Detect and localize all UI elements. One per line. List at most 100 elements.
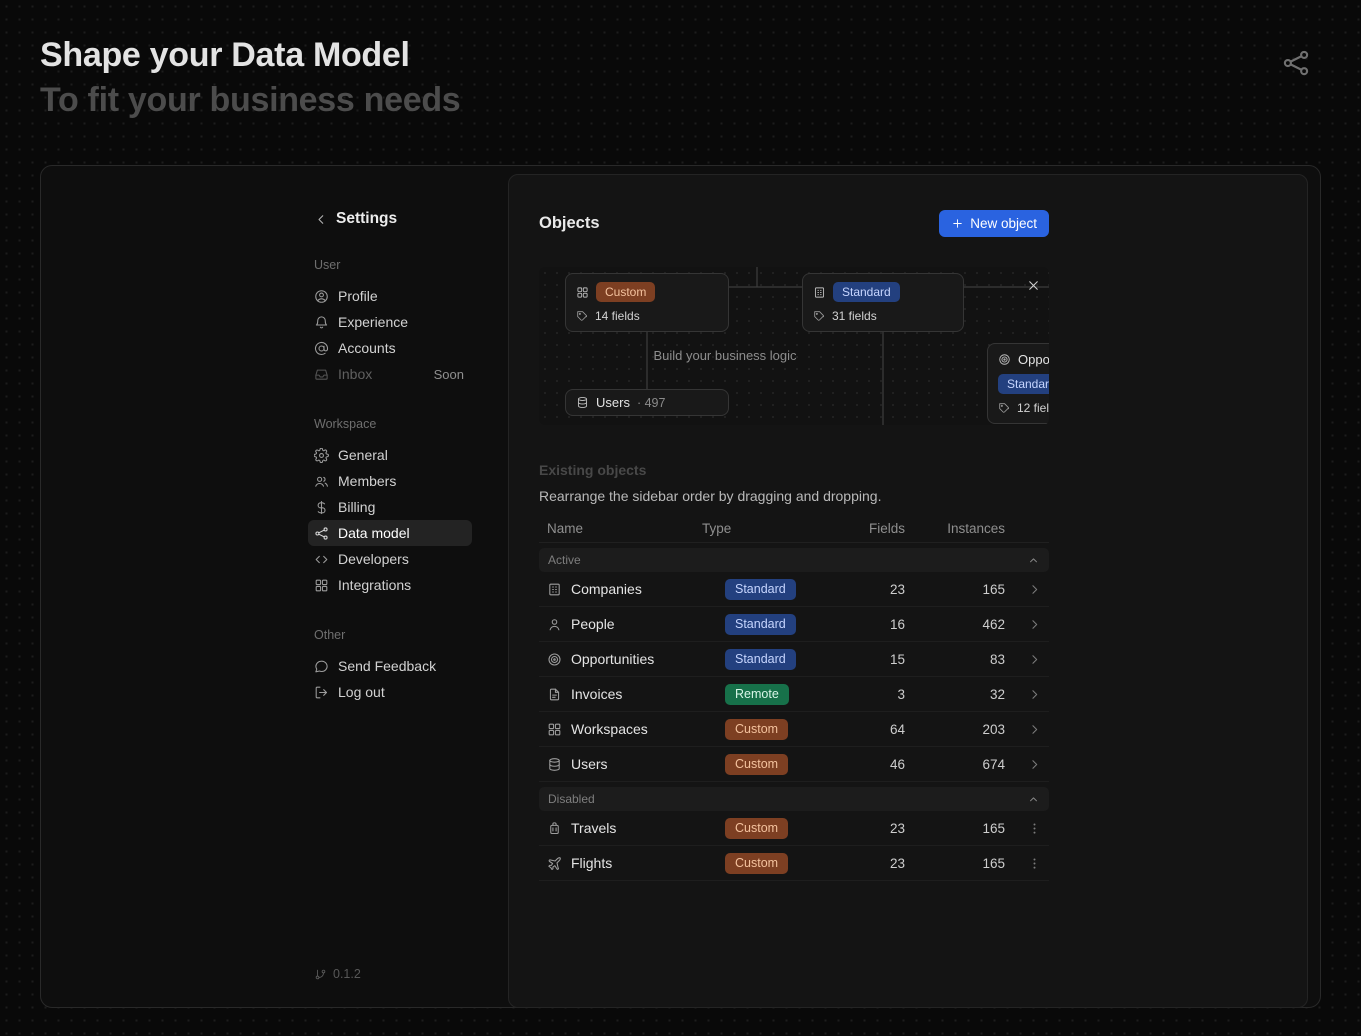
- sidebar-item-send-feedback[interactable]: Send Feedback: [308, 653, 472, 679]
- settings-back-button[interactable]: Settings: [314, 208, 519, 230]
- existing-objects-heading: Existing objects: [539, 462, 1049, 479]
- object-row-workspaces[interactable]: WorkspacesCustom64203: [539, 712, 1049, 747]
- grid-icon: [314, 578, 329, 593]
- inbox-icon: [314, 367, 329, 382]
- object-row-invoices[interactable]: InvoicesRemote332: [539, 677, 1049, 712]
- type-badge: Standard: [725, 649, 796, 670]
- chevron-right-icon[interactable]: [1027, 652, 1042, 667]
- sidebar-section-user: UserProfileExperienceAccountsInboxSoon: [314, 258, 519, 387]
- sidebar-item-label: Members: [338, 473, 396, 489]
- group-label: Disabled: [548, 792, 595, 806]
- kebab-icon[interactable]: [1027, 821, 1042, 836]
- sidebar-item-developers[interactable]: Developers: [308, 546, 472, 572]
- target-icon: [998, 353, 1011, 366]
- object-row-opportunities[interactable]: OpportunitiesStandard1583: [539, 642, 1049, 677]
- person-icon: [547, 617, 562, 632]
- chevron-right-icon[interactable]: [1027, 757, 1042, 772]
- sidebar-item-accounts[interactable]: Accounts: [308, 335, 472, 361]
- object-name: Workspaces: [571, 721, 648, 737]
- sidebar-section-workspace: WorkspaceGeneralMembersBillingData model…: [314, 417, 519, 598]
- type-badge: Remote: [725, 684, 789, 705]
- tag-icon: [813, 310, 825, 322]
- fields-count: 46: [812, 757, 905, 772]
- object-row-flights[interactable]: FlightsCustom23165: [539, 846, 1049, 881]
- fields-count: 15: [812, 652, 905, 667]
- kebab-icon[interactable]: [1027, 856, 1042, 871]
- group-label: Active: [548, 553, 581, 567]
- fields-count: 23: [812, 821, 905, 836]
- sidebar-item-experience[interactable]: Experience: [308, 309, 472, 335]
- gear-icon: [314, 448, 329, 463]
- objects-panel: Objects New object Custom: [508, 174, 1308, 1008]
- sidebar-item-log-out[interactable]: Log out: [308, 679, 472, 705]
- type-badge: Standard: [725, 579, 796, 600]
- fields-count: 23: [812, 856, 905, 871]
- fields-count: 16: [812, 617, 905, 632]
- members-icon: [314, 474, 329, 489]
- instances-count: 165: [905, 821, 1005, 836]
- chevron-up-icon[interactable]: [1027, 793, 1040, 806]
- user-icon: [314, 289, 329, 304]
- sidebar-item-label: Inbox: [338, 366, 372, 382]
- canvas-node-users[interactable]: Users · 497: [565, 389, 729, 416]
- sidebar-item-label: Integrations: [338, 577, 411, 593]
- settings-window: Settings UserProfileExperienceAccountsIn…: [40, 165, 1321, 1008]
- column-instances: Instances: [905, 521, 1005, 536]
- object-row-travels[interactable]: TravelsCustom23165: [539, 811, 1049, 846]
- sidebar-item-label: Developers: [338, 551, 409, 567]
- object-row-companies[interactable]: CompaniesStandard23165: [539, 572, 1049, 607]
- node-fields-count: 14 fields: [595, 309, 640, 323]
- data-model-icon: [314, 526, 329, 541]
- soon-badge: Soon: [434, 367, 464, 382]
- canvas-node-custom[interactable]: Custom 14 fields: [565, 273, 729, 332]
- new-object-label: New object: [970, 216, 1037, 231]
- fields-count: 64: [812, 722, 905, 737]
- fields-count: 23: [812, 582, 905, 597]
- group-header-active[interactable]: Active: [539, 548, 1049, 572]
- hero: Shape your Data Model To fit your busine…: [40, 36, 460, 120]
- sidebar-item-billing[interactable]: Billing: [308, 494, 472, 520]
- sidebar-item-label: Data model: [338, 525, 410, 541]
- page-title: Shape your Data Model: [40, 36, 460, 75]
- sidebar-item-integrations[interactable]: Integrations: [308, 572, 472, 598]
- chevron-up-icon[interactable]: [1027, 554, 1040, 567]
- object-row-users[interactable]: UsersCustom46674: [539, 747, 1049, 782]
- object-name: Users: [571, 756, 608, 772]
- app-version: 0.1.2: [314, 967, 519, 981]
- canvas-caption: Build your business logic: [539, 348, 911, 363]
- sidebar-item-inbox[interactable]: Inbox Soon: [308, 361, 472, 387]
- target-icon: [547, 652, 562, 667]
- chevron-right-icon[interactable]: [1027, 722, 1042, 737]
- chevron-right-icon[interactable]: [1027, 617, 1042, 632]
- code-icon: [314, 552, 329, 567]
- chevron-right-icon[interactable]: [1027, 582, 1042, 597]
- instances-count: 674: [905, 757, 1005, 772]
- object-name: Opportunities: [571, 651, 654, 667]
- node-type-badge: Custom: [596, 282, 655, 302]
- object-name: Invoices: [571, 686, 622, 702]
- table-header: Name Type Fields Instances: [539, 515, 1049, 543]
- database-icon: [547, 757, 562, 772]
- new-object-button[interactable]: New object: [939, 210, 1049, 237]
- node-count: · 497: [637, 396, 666, 410]
- node-fields-count: 12 fields: [1017, 401, 1049, 415]
- sidebar-item-data-model[interactable]: Data model: [308, 520, 472, 546]
- column-type: Type: [702, 521, 812, 536]
- node-type-badge: Standard: [998, 374, 1049, 394]
- object-row-people[interactable]: PeopleStandard16462: [539, 607, 1049, 642]
- group-header-disabled[interactable]: Disabled: [539, 787, 1049, 811]
- chevron-right-icon[interactable]: [1027, 687, 1042, 702]
- tag-icon: [576, 310, 588, 322]
- canvas-node-opportunities[interactable]: Opportunities Standard 12 fields: [987, 343, 1049, 424]
- sidebar-item-general[interactable]: General: [308, 442, 472, 468]
- instances-count: 32: [905, 687, 1005, 702]
- sidebar-item-label: Send Feedback: [338, 658, 436, 674]
- sidebar-item-profile[interactable]: Profile: [308, 283, 472, 309]
- page-subtitle: To fit your business needs: [40, 81, 460, 120]
- canvas-node-standard[interactable]: Standard 31 fields: [802, 273, 964, 332]
- logout-icon: [314, 685, 329, 700]
- sidebar-item-members[interactable]: Members: [308, 468, 472, 494]
- chevron-left-icon: [314, 212, 329, 227]
- close-icon[interactable]: [1026, 278, 1041, 293]
- sidebar-item-label: Experience: [338, 314, 408, 330]
